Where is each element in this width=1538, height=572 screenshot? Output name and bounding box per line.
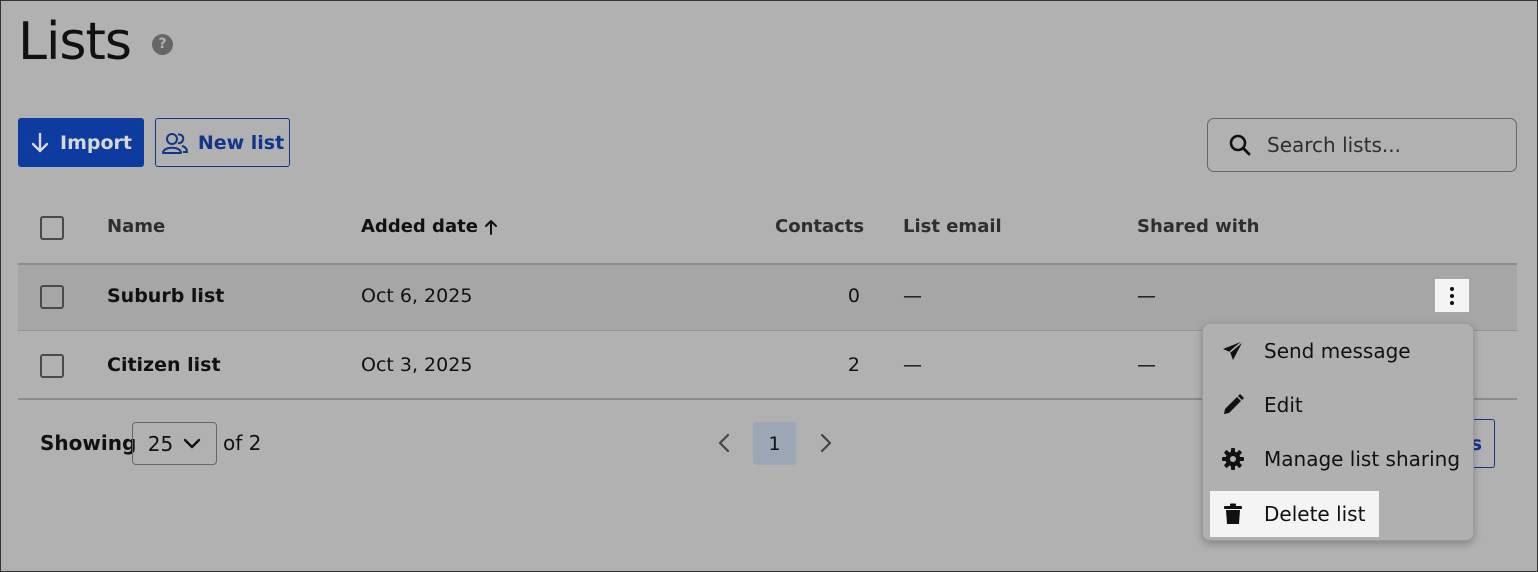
- column-header-added-date[interactable]: Added date: [361, 216, 498, 237]
- current-page-button[interactable]: 1: [753, 422, 796, 465]
- row-list-email: —: [903, 354, 922, 376]
- search-icon: [1229, 134, 1251, 156]
- row-added-date: Oct 3, 2025: [361, 354, 473, 376]
- showing-label: Showing: [40, 431, 137, 455]
- menu-item-manage-list-sharing[interactable]: Manage list sharing: [1210, 436, 1460, 482]
- row-actions-button[interactable]: [1435, 279, 1469, 312]
- sort-ascending-icon: [484, 219, 497, 235]
- total-count: of 2: [223, 431, 262, 455]
- row-name[interactable]: Citizen list: [107, 354, 221, 376]
- previous-page-button[interactable]: [714, 431, 734, 459]
- column-header-name[interactable]: Name: [107, 216, 165, 237]
- search-input[interactable]: [1267, 133, 1497, 157]
- help-icon[interactable]: ?: [152, 33, 173, 55]
- menu-item-label: Delete list: [1264, 502, 1366, 526]
- row-checkbox[interactable]: [40, 285, 64, 309]
- row-added-date: Oct 6, 2025: [361, 285, 473, 307]
- users-icon: [161, 132, 188, 154]
- page-size-select[interactable]: 25: [132, 422, 217, 465]
- table-row[interactable]: [18, 263, 1517, 331]
- menu-item-edit[interactable]: Edit: [1210, 382, 1303, 428]
- column-header-added-date-label: Added date: [361, 216, 478, 237]
- menu-item-delete-list[interactable]: Delete list: [1210, 491, 1380, 537]
- arrow-down-icon: [31, 132, 49, 152]
- select-all-checkbox[interactable]: [40, 216, 64, 240]
- column-header-shared-with[interactable]: Shared with: [1137, 216, 1259, 237]
- title-row: Lists ?: [18, 11, 173, 73]
- import-button[interactable]: Import: [18, 118, 144, 167]
- row-shared-with: —: [1137, 285, 1156, 307]
- search-box[interactable]: [1207, 118, 1517, 172]
- gear-icon: [1220, 446, 1246, 472]
- column-header-list-email[interactable]: List email: [903, 216, 1002, 237]
- new-list-button[interactable]: New list: [155, 118, 290, 167]
- trash-icon: [1220, 501, 1246, 527]
- chevron-right-icon: [820, 433, 832, 453]
- row-contacts: 2: [847, 354, 860, 376]
- row-list-email: —: [903, 285, 922, 307]
- menu-item-label: Edit: [1264, 393, 1303, 417]
- menu-item-send-message[interactable]: Send message: [1210, 328, 1411, 374]
- menu-item-label: Manage list sharing: [1264, 447, 1461, 471]
- chevron-down-icon: [184, 438, 201, 448]
- column-header-contacts[interactable]: Contacts: [775, 216, 864, 237]
- row-contacts: 0: [847, 285, 860, 307]
- menu-item-label: Send message: [1264, 339, 1411, 363]
- pencil-icon: [1220, 392, 1246, 418]
- more-vertical-icon: [1450, 286, 1454, 291]
- next-page-button[interactable]: [816, 431, 836, 459]
- page-size-value: 25: [147, 431, 174, 456]
- row-name[interactable]: Suburb list: [107, 285, 224, 307]
- paper-plane-icon: [1220, 338, 1246, 364]
- import-label: Import: [60, 131, 132, 154]
- chevron-left-icon: [718, 433, 730, 453]
- row-checkbox[interactable]: [40, 354, 64, 378]
- page-title: Lists: [18, 12, 132, 72]
- new-list-label: New list: [197, 131, 285, 154]
- row-shared-with: —: [1137, 354, 1156, 376]
- row-actions-menu: Send message Edit Manage list sharing De…: [1202, 323, 1474, 541]
